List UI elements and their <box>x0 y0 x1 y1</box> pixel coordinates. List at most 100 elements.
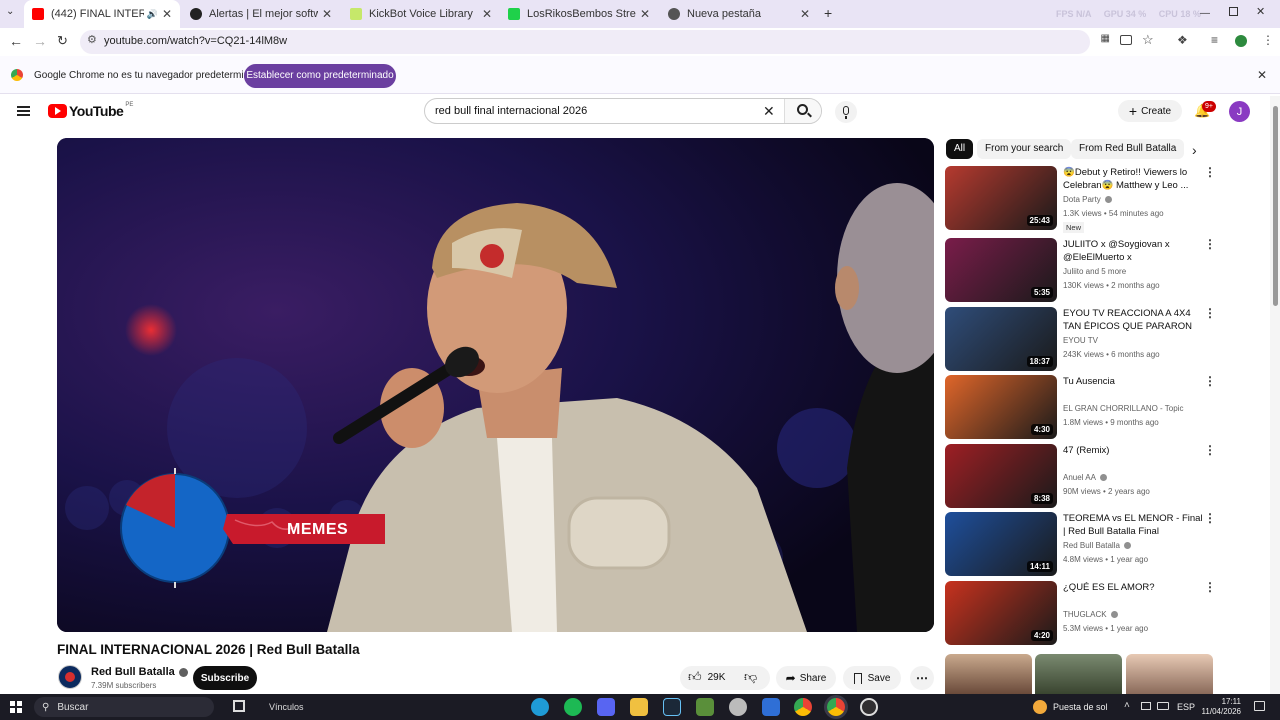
related-video[interactable]: 25:43 😨Debut y Retiro!! Viewers lo Celebr… <box>945 166 1216 233</box>
app-square-icon[interactable] <box>762 698 780 716</box>
close-infobar-icon[interactable]: ✕ <box>1257 68 1267 82</box>
video-thumbnail[interactable]: 5:35 <box>945 238 1057 302</box>
clock[interactable]: 17:11 11/04/2026 <box>1201 697 1241 717</box>
close-tab-icon[interactable]: ✕ <box>162 7 172 21</box>
shorts-thumb[interactable] <box>1126 654 1213 694</box>
create-button[interactable]: + Create <box>1118 100 1182 122</box>
close-tab-icon[interactable]: ✕ <box>482 7 492 21</box>
tab-youtube[interactable]: (442) FINAL INTERNACIONAL 🔊 ✕ <box>24 0 180 28</box>
extensions-icon[interactable]: ❖ <box>1177 33 1188 47</box>
dislike-button[interactable]: 👎︎ <box>744 669 757 685</box>
related-video[interactable]: 8:38 47 (Remix) Anuel AA 90M views • 2 year… <box>945 444 1216 508</box>
search-button[interactable] <box>784 99 821 123</box>
taskbar-search[interactable]: ⚲ Buscar <box>34 697 214 717</box>
tab-kickbot[interactable]: KickBot Voice Library ✕ <box>342 0 500 28</box>
reload-icon[interactable]: ↻ <box>57 33 68 49</box>
channel-avatar[interactable] <box>58 665 82 689</box>
shorts-thumb[interactable] <box>1035 654 1122 694</box>
file-explorer-icon[interactable] <box>630 698 648 716</box>
chip-from-red-bull-batalla[interactable]: From Red Bull Batalla <box>1071 139 1185 159</box>
tab-alertas[interactable]: Alertas | El mejor software para ✕ <box>182 0 340 28</box>
related-video-channel[interactable]: Juliito and 5 more <box>1063 267 1126 276</box>
more-options-icon[interactable]: ⋮ <box>1204 307 1216 319</box>
windows-start-icon[interactable] <box>10 701 22 713</box>
related-video-title[interactable]: 47 (Remix) <box>1063 444 1203 457</box>
like-button[interactable]: 👍︎ 29K <box>688 669 725 685</box>
more-options-icon[interactable]: ⋮ <box>1204 166 1216 178</box>
close-tab-icon[interactable]: ✕ <box>640 7 650 21</box>
minecraft-icon[interactable] <box>696 698 714 716</box>
related-video-title[interactable]: EYOU TV REACCIONA A 4X4 TAN ÉPICOS QUE P… <box>1063 307 1203 334</box>
related-video[interactable]: 4:30 Tu Ausencia EL GRAN CHORRILLANO - Top… <box>945 375 1216 439</box>
tab-stream[interactable]: LosRikosBembos Stream - Watc ✕ <box>500 0 658 28</box>
chip-from-your-search[interactable]: From your search <box>977 139 1072 159</box>
weather-text[interactable]: Puesta de sol <box>1053 702 1108 712</box>
clear-search-icon[interactable]: ✕ <box>763 103 775 120</box>
related-video-channel[interactable]: Red Bull Batalla <box>1063 541 1131 550</box>
task-view-icon[interactable] <box>233 700 245 712</box>
shorts-thumb[interactable] <box>945 654 1032 694</box>
more-options-icon[interactable]: ⋮ <box>1204 512 1216 524</box>
video-thumbnail[interactable]: 8:38 <box>945 444 1057 508</box>
keyboard-icon[interactable] <box>1157 702 1169 710</box>
site-info-icon[interactable]: ⚙ <box>87 33 97 46</box>
spotify-icon[interactable] <box>564 698 582 716</box>
address-bar[interactable]: ⚙ youtube.com/watch?v=CQ21-14lM8w ▦ <box>80 30 1110 54</box>
related-video-channel[interactable]: THUGLACK <box>1063 610 1118 619</box>
related-video-channel[interactable]: EL GRAN CHORRILLANO - Topic <box>1063 404 1183 413</box>
obs-icon[interactable] <box>860 698 878 716</box>
chrome-active-icon[interactable] <box>827 698 845 716</box>
related-video-title[interactable]: TEOREMA vs EL MENOR - Final | Red Bull B… <box>1063 512 1203 539</box>
language-indicator[interactable]: ESP <box>1177 702 1195 712</box>
youtube-logo[interactable]: YouTube PE <box>48 102 133 119</box>
translate-icon[interactable]: ▦ <box>1101 33 1110 44</box>
related-video-title[interactable]: JULIITO x @Soygiovan x @EleElMuerto x @R… <box>1063 238 1203 265</box>
restore-button[interactable] <box>1229 7 1238 16</box>
related-video[interactable]: 5:35 JULIITO x @Soygiovan x @EleElMuerto … <box>945 238 1216 302</box>
close-tab-icon[interactable]: ✕ <box>800 7 810 21</box>
more-actions-button[interactable]: ⋯ <box>910 666 934 690</box>
profile-icon[interactable] <box>1235 35 1247 47</box>
video-thumbnail[interactable]: 25:43 <box>945 166 1057 230</box>
chip-all[interactable]: All <box>946 139 974 159</box>
save-button[interactable]: Save <box>843 666 901 690</box>
video-thumbnail[interactable]: 4:20 <box>945 581 1057 645</box>
related-video-channel[interactable]: Anuel AA <box>1063 473 1107 482</box>
voice-search-icon[interactable] <box>835 101 857 123</box>
more-options-icon[interactable]: ⋮ <box>1204 375 1216 387</box>
steam-icon[interactable] <box>663 698 681 716</box>
subscribe-button[interactable]: Subscribe <box>193 666 257 690</box>
more-options-icon[interactable]: ⋮ <box>1204 581 1216 593</box>
related-video-title[interactable]: Tu Ausencia <box>1063 375 1203 388</box>
related-video[interactable]: 14:11 TEOREMA vs EL MENOR - Final | Red B… <box>945 512 1216 576</box>
related-video-title[interactable]: ¿QUÉ ES EL AMOR? <box>1063 581 1203 594</box>
related-video-title[interactable]: 😨Debut y Retiro!! Viewers lo Celebran😨 M… <box>1063 166 1203 192</box>
chrome-icon[interactable] <box>794 698 812 716</box>
bookmark-star-icon[interactable]: ☆ <box>1142 32 1154 48</box>
avatar[interactable]: J <box>1229 101 1250 122</box>
video-player[interactable]: MEMES <box>57 138 934 632</box>
back-icon[interactable]: ← <box>9 33 23 49</box>
more-options-icon[interactable]: ⋮ <box>1204 238 1216 250</box>
cast-icon[interactable] <box>1120 35 1132 45</box>
minimize-button[interactable]: — <box>1200 8 1210 19</box>
close-tab-icon[interactable]: ✕ <box>322 7 332 21</box>
video-thumbnail[interactable]: 18:37 <box>945 307 1057 371</box>
tab-list-chevron-icon[interactable]: ⌄ <box>6 6 14 17</box>
share-button[interactable]: ➦ Share <box>776 666 836 690</box>
channel-name[interactable]: Red Bull Batalla <box>91 666 188 678</box>
forward-icon[interactable]: → <box>33 33 47 49</box>
related-video[interactable]: 18:37 EYOU TV REACCIONA A 4X4 TAN ÉPICOS … <box>945 307 1216 371</box>
tray-chevron-icon[interactable]: ˄ <box>1124 700 1130 711</box>
discord-icon[interactable] <box>597 698 615 716</box>
related-video-channel[interactable]: EYOU TV <box>1063 336 1098 345</box>
app-icon[interactable] <box>729 698 747 716</box>
chrome-menu-icon[interactable]: ⋮ <box>1262 33 1274 47</box>
close-window-button[interactable]: ✕ <box>1256 5 1265 18</box>
new-tab-button[interactable]: + <box>824 5 832 21</box>
video-thumbnail[interactable]: 4:30 <box>945 375 1057 439</box>
set-default-button[interactable]: Establecer como predeterminado <box>244 64 396 88</box>
notification-center-icon[interactable] <box>1254 701 1265 711</box>
speaker-icon[interactable]: 🔊 <box>147 9 158 20</box>
hamburger-menu-icon[interactable] <box>17 106 30 116</box>
